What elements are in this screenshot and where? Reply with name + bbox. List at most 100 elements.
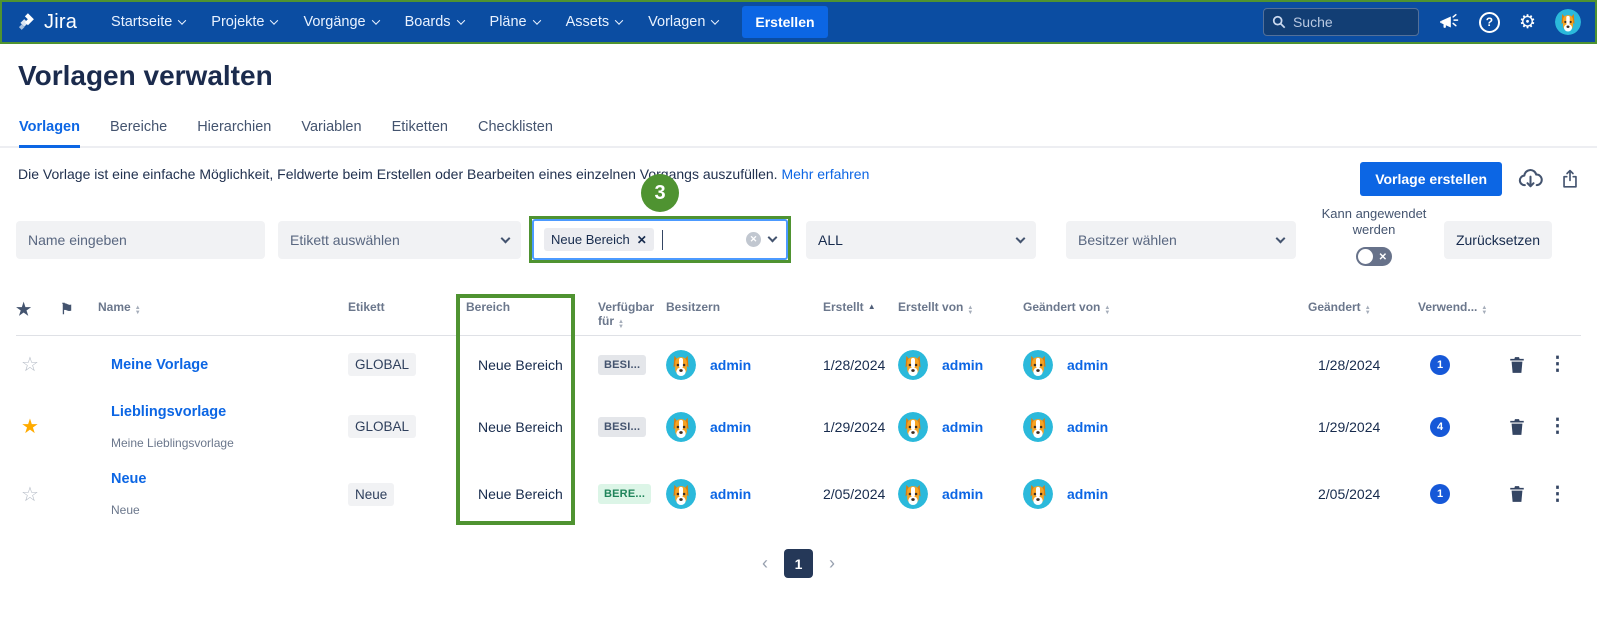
modifier-link[interactable]: admin xyxy=(1067,486,1108,502)
template-name-link[interactable]: Meine Vorlage xyxy=(111,357,348,373)
tab-etiketten[interactable]: Etiketten xyxy=(392,119,448,148)
owner-link[interactable]: admin xyxy=(710,419,751,435)
tab-bereiche[interactable]: Bereiche xyxy=(110,119,167,148)
modifier-link[interactable]: admin xyxy=(1067,419,1108,435)
delete-icon[interactable] xyxy=(1508,418,1526,436)
sort-icon: ▲▼ xyxy=(135,306,141,316)
kann-angewendet-toggle[interactable]: ✕ xyxy=(1356,247,1392,266)
modifier-avatar xyxy=(1023,350,1053,380)
tab-checklisten[interactable]: Checklisten xyxy=(478,119,553,148)
template-name-link[interactable]: Neue xyxy=(111,471,348,487)
etikett-badge: Neue xyxy=(348,483,394,506)
remove-chip-icon[interactable]: ✕ xyxy=(637,233,647,247)
created-date: 2/05/2024 xyxy=(823,486,898,502)
creator-avatar xyxy=(898,479,928,509)
search-input[interactable] xyxy=(1293,14,1410,30)
cloud-download-icon[interactable] xyxy=(1517,166,1544,193)
global-search[interactable] xyxy=(1263,8,1419,36)
header-besitzern[interactable]: Besitzern xyxy=(656,300,823,314)
prev-page-icon[interactable]: ‹ xyxy=(762,553,768,574)
header-verfuegbar-fuer[interactable]: Verfügbar für▲▼ xyxy=(598,300,656,330)
kebab-menu-icon[interactable]: ⋮ xyxy=(1548,417,1567,436)
help-icon[interactable]: ? xyxy=(1479,12,1500,33)
chevron-down-icon xyxy=(270,16,278,24)
delete-icon[interactable] xyxy=(1508,356,1526,374)
creator-link[interactable]: admin xyxy=(942,357,983,373)
header-erstellt[interactable]: Erstellt▲ xyxy=(823,300,898,314)
nav-item-projekte[interactable]: Projekte xyxy=(211,14,277,30)
tab-variablen[interactable]: Variablen xyxy=(301,119,361,148)
chevron-down-icon[interactable] xyxy=(768,233,778,243)
creator-link[interactable]: admin xyxy=(942,486,983,502)
bereich-cell: Neue Bereich xyxy=(466,419,598,435)
create-button[interactable]: Erstellen xyxy=(742,6,827,38)
nav-item-boards[interactable]: Boards xyxy=(405,14,464,30)
sort-icon: ▲▼ xyxy=(967,306,973,316)
sort-icon: ▲▼ xyxy=(618,320,624,330)
nav-item-plaene[interactable]: Pläne xyxy=(490,14,540,30)
tab-hierarchien[interactable]: Hierarchien xyxy=(197,119,271,148)
filter-verfuegbar-select[interactable]: ALL xyxy=(806,221,1036,259)
modifier-avatar xyxy=(1023,412,1053,442)
top-actions: Vorlage erstellen xyxy=(1360,162,1581,196)
star-toggle-icon[interactable]: ☆ xyxy=(16,484,39,506)
header-verwendet[interactable]: Verwend...▲▼ xyxy=(1418,300,1508,316)
header-name[interactable]: Name▲▼ xyxy=(98,300,348,316)
table-row: ★ Lieblingsvorlage Meine Lieblingsvorlag… xyxy=(16,393,1581,460)
delete-icon[interactable] xyxy=(1508,485,1526,503)
next-page-icon[interactable]: › xyxy=(829,553,835,574)
header-etikett[interactable]: Etikett xyxy=(348,300,466,314)
header-bereich[interactable]: Bereich xyxy=(466,300,598,314)
modified-date: 1/28/2024 xyxy=(1308,357,1418,373)
create-template-button[interactable]: Vorlage erstellen xyxy=(1360,162,1502,196)
settings-gear-icon[interactable]: ⚙ xyxy=(1519,13,1536,32)
nav-item-vorlagen[interactable]: Vorlagen xyxy=(648,14,718,30)
owner-link[interactable]: admin xyxy=(710,357,751,373)
creator-link[interactable]: admin xyxy=(942,419,983,435)
selected-bereich-chip[interactable]: Neue Bereich ✕ xyxy=(544,228,654,251)
filter-name-input[interactable] xyxy=(28,232,253,248)
header-erstellt-von[interactable]: Erstellt von▲▼ xyxy=(898,300,1023,316)
kebab-menu-icon[interactable]: ⋮ xyxy=(1548,485,1567,504)
toggle-knob xyxy=(1358,249,1373,264)
learn-more-link[interactable]: Mehr erfahren xyxy=(781,166,869,182)
chevron-down-icon xyxy=(532,16,540,24)
usage-count-badge: 1 xyxy=(1430,355,1450,375)
table-row: ☆ Meine Vorlage GLOBAL Neue Bereich BESI… xyxy=(16,336,1581,393)
sort-icon: ▲▼ xyxy=(1481,306,1487,316)
kebab-menu-icon[interactable]: ⋮ xyxy=(1548,355,1567,374)
sort-icon: ▲▼ xyxy=(1104,306,1110,316)
header-geaendert-von[interactable]: Geändert von▲▼ xyxy=(1023,300,1308,316)
clear-selection-icon[interactable]: ✕ xyxy=(746,232,761,247)
header-geaendert[interactable]: Geändert▲▼ xyxy=(1308,300,1418,316)
flag-column-icon[interactable]: ⚑ xyxy=(60,300,98,318)
star-toggle-icon[interactable]: ★ xyxy=(16,416,39,438)
usage-count-badge: 4 xyxy=(1430,417,1450,437)
modifier-link[interactable]: admin xyxy=(1067,357,1108,373)
nav-item-assets[interactable]: Assets xyxy=(566,14,623,30)
reset-filters-button[interactable]: Zurücksetzen xyxy=(1444,221,1552,259)
nav-item-startseite[interactable]: Startseite xyxy=(111,14,185,30)
star-toggle-icon[interactable]: ☆ xyxy=(16,354,39,376)
filter-besitzer-select[interactable]: Besitzer wählen xyxy=(1066,221,1296,259)
top-navbar: Jira Startseite Projekte Vorgänge Boards… xyxy=(0,0,1597,44)
filter-name-field[interactable] xyxy=(16,221,265,259)
pagination: ‹ 1 › xyxy=(0,549,1597,578)
filter-bereich-multiselect[interactable]: Neue Bereich ✕ ✕ xyxy=(532,219,788,260)
nav-item-vorgaenge[interactable]: Vorgänge xyxy=(303,14,378,30)
user-avatar[interactable] xyxy=(1555,9,1581,35)
text-caret xyxy=(662,230,664,250)
current-page-button[interactable]: 1 xyxy=(784,549,813,578)
star-column-icon[interactable]: ★ xyxy=(16,300,60,320)
etikett-badge: GLOBAL xyxy=(348,415,416,438)
template-name-link[interactable]: Lieblingsvorlage xyxy=(111,404,348,420)
tab-bar: Vorlagen Bereiche Hierarchien Variablen … xyxy=(0,119,1597,148)
filter-etikett-select[interactable]: Etikett auswählen xyxy=(278,221,521,259)
owner-avatar xyxy=(666,412,696,442)
table-header: ★ ⚑ Name▲▼ Etikett Bereich Verfügbar für… xyxy=(16,296,1581,336)
jira-logo[interactable]: Jira xyxy=(16,11,77,34)
owner-link[interactable]: admin xyxy=(710,486,751,502)
tab-vorlagen[interactable]: Vorlagen xyxy=(19,119,80,148)
share-export-icon[interactable] xyxy=(1559,168,1581,190)
megaphone-icon[interactable] xyxy=(1438,11,1460,33)
